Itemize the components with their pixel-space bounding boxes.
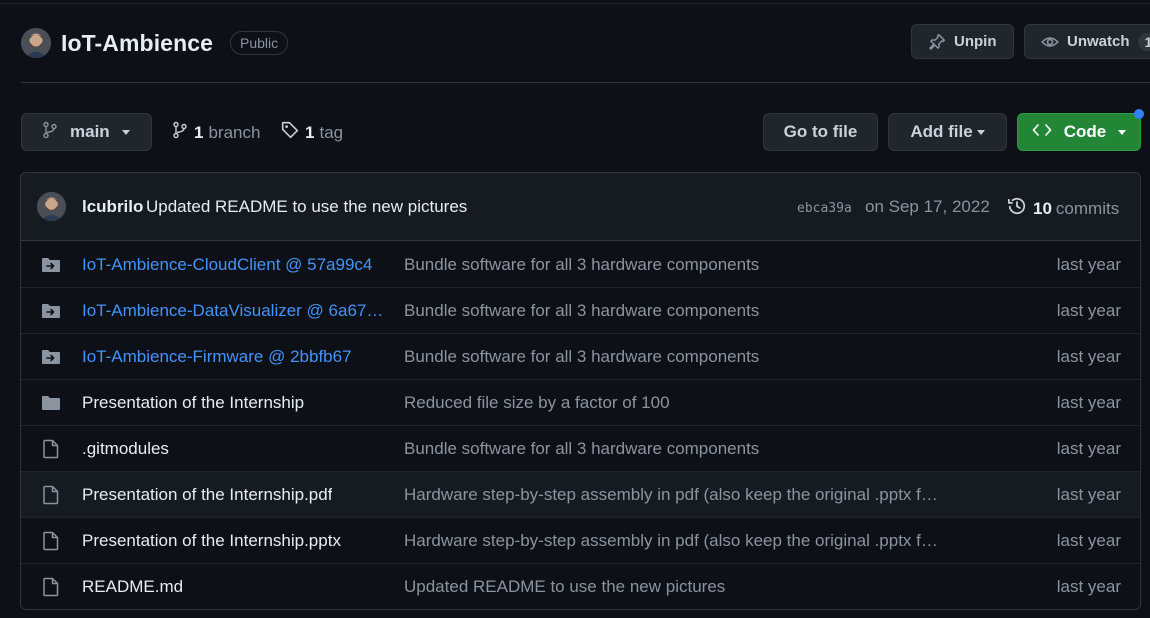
file-icon <box>41 531 61 551</box>
unwatch-label: Unwatch <box>1067 33 1130 50</box>
repo-name[interactable]: IoT-Ambience <box>61 30 213 57</box>
file-row[interactable]: IoT-Ambience-DataVisualizer @ 6a67… Bund… <box>21 287 1140 333</box>
latest-commit-bar: lcubrilo Updated README to use the new p… <box>21 173 1140 241</box>
file-name[interactable]: README.md <box>82 577 183 597</box>
notification-dot <box>1134 109 1144 119</box>
go-to-file-button[interactable]: Go to file <box>763 113 878 151</box>
chevron-down-icon <box>1118 129 1127 135</box>
git-branch-icon <box>42 121 58 144</box>
visibility-badge: Public <box>230 31 289 55</box>
history-icon <box>1007 196 1027 221</box>
add-file-button[interactable]: Add file <box>888 113 1007 151</box>
file-commit-age: last year <box>1056 531 1121 550</box>
commit-count: 10 <box>1033 198 1052 218</box>
file-name[interactable]: Presentation of the Internship.pptx <box>82 531 341 551</box>
branch-name: main <box>70 122 110 141</box>
file-name[interactable]: Presentation of the Internship <box>82 393 304 413</box>
file-commit-message[interactable]: Updated README to use the new pictures <box>404 577 725 597</box>
file-commit-age: last year <box>1056 301 1121 320</box>
file-commit-message[interactable]: Bundle software for all 3 hardware compo… <box>404 439 759 459</box>
file-icon <box>41 439 61 459</box>
tag-count-label: tag <box>319 122 344 142</box>
tag-count: 1 <box>305 122 315 142</box>
eye-icon <box>1041 33 1059 51</box>
pin-icon <box>928 33 946 51</box>
file-commit-message[interactable]: Reduced file size by a factor of 100 <box>404 393 670 413</box>
repo-header: IoT-Ambience Public Unpin Unwatch 1 <box>0 0 1150 84</box>
code-label: Code <box>1063 122 1107 141</box>
git-branch-icon <box>172 121 188 144</box>
commit-sha[interactable]: ebca39a <box>797 201 852 216</box>
chevron-down-icon <box>976 129 985 135</box>
unpin-button[interactable]: Unpin <box>911 24 1014 59</box>
file-name[interactable]: IoT-Ambience-DataVisualizer @ 6a67… <box>82 301 383 321</box>
commits-history-link[interactable]: 10 commits <box>1007 196 1119 221</box>
unwatch-button[interactable]: Unwatch 1 <box>1024 24 1150 59</box>
file-row[interactable]: Presentation of the Internship Reduced f… <box>21 379 1140 425</box>
file-submodule-icon <box>41 347 61 367</box>
file-browser: lcubrilo Updated README to use the new p… <box>20 172 1141 610</box>
file-commit-age: last year <box>1056 439 1121 458</box>
branch-count: 1 <box>194 122 204 142</box>
file-row[interactable]: IoT-Ambience-CloudClient @ 57a99c4 Bundl… <box>21 242 1140 287</box>
file-row[interactable]: README.md Updated README to use the new … <box>21 563 1140 609</box>
branches-link[interactable]: 1 branch <box>172 121 260 144</box>
file-row[interactable]: Presentation of the Internship.pdf Hardw… <box>21 471 1140 517</box>
add-file-label: Add file <box>910 122 973 141</box>
branch-select-button[interactable]: main <box>21 113 152 151</box>
file-commit-age: last year <box>1056 393 1121 412</box>
file-commit-message[interactable]: Hardware step-by-step assembly in pdf (a… <box>404 531 938 551</box>
file-commit-message[interactable]: Hardware step-by-step assembly in pdf (a… <box>404 485 938 505</box>
file-commit-message[interactable]: Bundle software for all 3 hardware compo… <box>404 301 759 321</box>
commit-date: on Sep 17, 2022 <box>865 197 990 216</box>
file-commit-age: last year <box>1056 255 1121 274</box>
file-name[interactable]: Presentation of the Internship.pdf <box>82 485 332 505</box>
file-commit-age: last year <box>1056 347 1121 366</box>
file-icon <box>41 577 61 597</box>
file-icon <box>41 485 61 505</box>
watch-counter: 1 <box>1137 32 1150 51</box>
file-submodule-icon <box>41 301 61 321</box>
chevron-down-icon <box>121 129 130 135</box>
tag-icon <box>281 121 299 144</box>
commit-author-avatar[interactable] <box>37 192 66 221</box>
branch-count-label: branch <box>208 122 261 142</box>
header-divider <box>21 82 1150 83</box>
commit-author[interactable]: lcubrilo <box>82 197 143 217</box>
file-row[interactable]: .gitmodules Bundle software for all 3 ha… <box>21 425 1140 471</box>
file-list: IoT-Ambience-CloudClient @ 57a99c4 Bundl… <box>21 242 1140 609</box>
file-name[interactable]: IoT-Ambience-Firmware @ 2bbfb67 <box>82 347 352 367</box>
file-row[interactable]: Presentation of the Internship.pptx Hard… <box>21 517 1140 563</box>
file-commit-age: last year <box>1056 577 1121 596</box>
file-name[interactable]: .gitmodules <box>82 439 169 459</box>
commit-count-label: commits <box>1055 198 1120 218</box>
file-directory-icon <box>41 393 61 413</box>
file-submodule-icon <box>41 255 61 275</box>
tags-link[interactable]: 1 tag <box>281 121 343 144</box>
file-commit-message[interactable]: Bundle software for all 3 hardware compo… <box>404 255 759 275</box>
owner-avatar[interactable] <box>21 28 51 58</box>
code-icon <box>1032 122 1052 143</box>
commit-message[interactable]: Updated README to use the new pictures <box>146 197 467 217</box>
file-commit-message[interactable]: Bundle software for all 3 hardware compo… <box>404 347 759 367</box>
file-commit-age: last year <box>1056 485 1121 504</box>
unpin-label: Unpin <box>954 33 997 50</box>
code-button[interactable]: Code <box>1017 113 1141 151</box>
file-name[interactable]: IoT-Ambience-CloudClient @ 57a99c4 <box>82 255 372 275</box>
file-row[interactable]: IoT-Ambience-Firmware @ 2bbfb67 Bundle s… <box>21 333 1140 379</box>
